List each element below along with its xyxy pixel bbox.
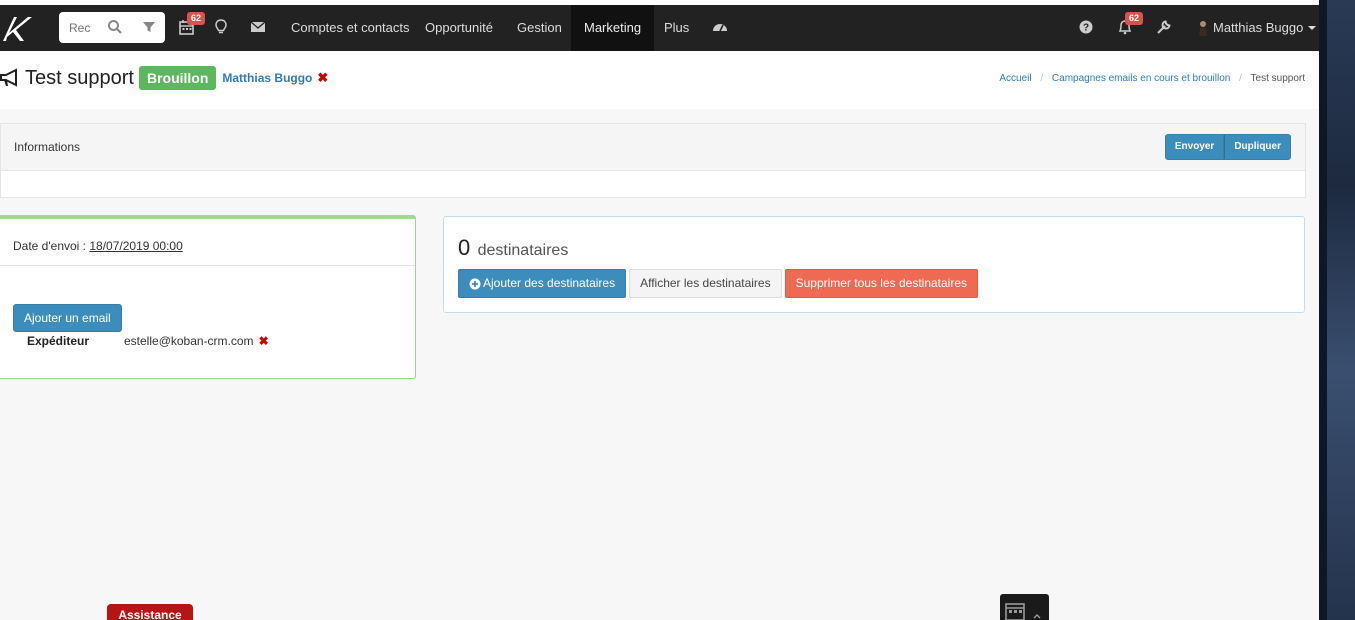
informations-title: Informations [14,140,81,154]
recipients-count-number: 0 [458,235,471,260]
actions-button-group: Envoyer Dupliquer [1164,134,1291,160]
calendar-widget[interactable] [1000,594,1049,620]
help-icon[interactable]: ? [1077,18,1095,36]
nav-marketing[interactable]: Marketing [571,5,655,51]
informations-panel: Informations Envoyer Dupliquer [0,123,1306,198]
assistance-button[interactable]: Assistance [107,604,193,620]
calendar-widget-icon [1005,603,1025,620]
send-date-label: Date d'envoi : [13,239,87,253]
remove-owner-icon[interactable]: ✖ [317,70,328,86]
show-recipients-button[interactable]: Afficher les destinataires [629,269,782,298]
add-recipients-button[interactable]: Ajouter des destinataires [458,269,627,298]
duplicate-button[interactable]: Dupliquer [1224,134,1291,160]
nav-plus[interactable]: Plus [651,5,702,51]
caret-down-icon [1308,26,1317,30]
notifications-badge: 62 [1125,12,1144,25]
user-name: Matthias Buggo [1213,20,1304,35]
lightbulb-icon[interactable] [212,18,230,36]
recipients-count-label: destinataires [477,242,569,259]
page-header: Test support Brouillon Matthias Buggo ✖ … [0,51,1319,109]
sender-email: estelle@koban-crm.com [124,334,254,348]
breadcrumb: Accueil / Campagnes emails en cours et b… [999,73,1305,84]
breadcrumb-campagnes[interactable]: Campagnes emails en cours et brouillon [1052,73,1230,84]
nav-gestion[interactable]: Gestion [504,5,575,51]
breadcrumb-accueil[interactable]: Accueil [999,73,1031,84]
breadcrumb-current: Test support [1250,73,1305,84]
filter-icon[interactable] [141,19,157,35]
avatar [1199,21,1207,36]
wrench-icon[interactable] [1155,18,1173,36]
nav-opportunite[interactable]: Opportunité [412,5,506,51]
search-box [59,12,165,43]
add-email-button[interactable]: Ajouter un email [13,304,122,332]
app-window: 62 Comptes et contacts Opportunité Gesti… [0,0,1319,620]
search-icon[interactable] [107,19,123,35]
delete-all-recipients-button[interactable]: Supprimer tous les destinataires [784,269,979,298]
megaphone-icon [0,68,17,87]
send-details-box: Date d'envoi : 18/07/2019 00:00 Ajouter … [0,215,416,379]
remove-sender-icon[interactable]: ✖ [259,334,269,348]
nav-comptes-contacts[interactable]: Comptes et contacts [278,5,423,51]
page-title: Test support Brouillon Matthias Buggo ✖ [0,66,328,90]
status-badge: Brouillon [138,66,217,90]
recipients-actions: Ajouter des destinataires Afficher les d… [458,269,979,298]
send-date-value[interactable]: 18/07/2019 00:00 [89,239,182,253]
envelope-icon[interactable] [249,18,267,36]
recipients-box: 0 destinataires Ajouter des destinataire… [443,216,1305,313]
calendar-badge: 62 [187,12,206,25]
sender-label: Expéditeur [27,334,90,348]
send-date: Date d'envoi : 18/07/2019 00:00 [13,239,183,253]
recipients-count: 0 destinataires [458,235,568,261]
desktop-background-strip [1319,0,1355,620]
owner-link[interactable]: Matthias Buggo [222,71,312,85]
top-navbar: 62 Comptes et contacts Opportunité Gesti… [0,5,1319,51]
user-menu[interactable]: Matthias Buggo [1196,5,1317,51]
search-input[interactable] [69,20,105,35]
koban-logo-icon[interactable] [0,11,34,45]
sender-row: estelle@koban-crm.com ✖ [124,334,269,348]
send-button[interactable]: Envoyer [1164,134,1225,160]
campaign-title: Test support [25,66,134,89]
plus-circle-icon [469,278,481,289]
dashboard-icon[interactable] [711,18,729,36]
svg-text:?: ? [1083,23,1089,34]
chevron-up-icon [1033,614,1041,619]
